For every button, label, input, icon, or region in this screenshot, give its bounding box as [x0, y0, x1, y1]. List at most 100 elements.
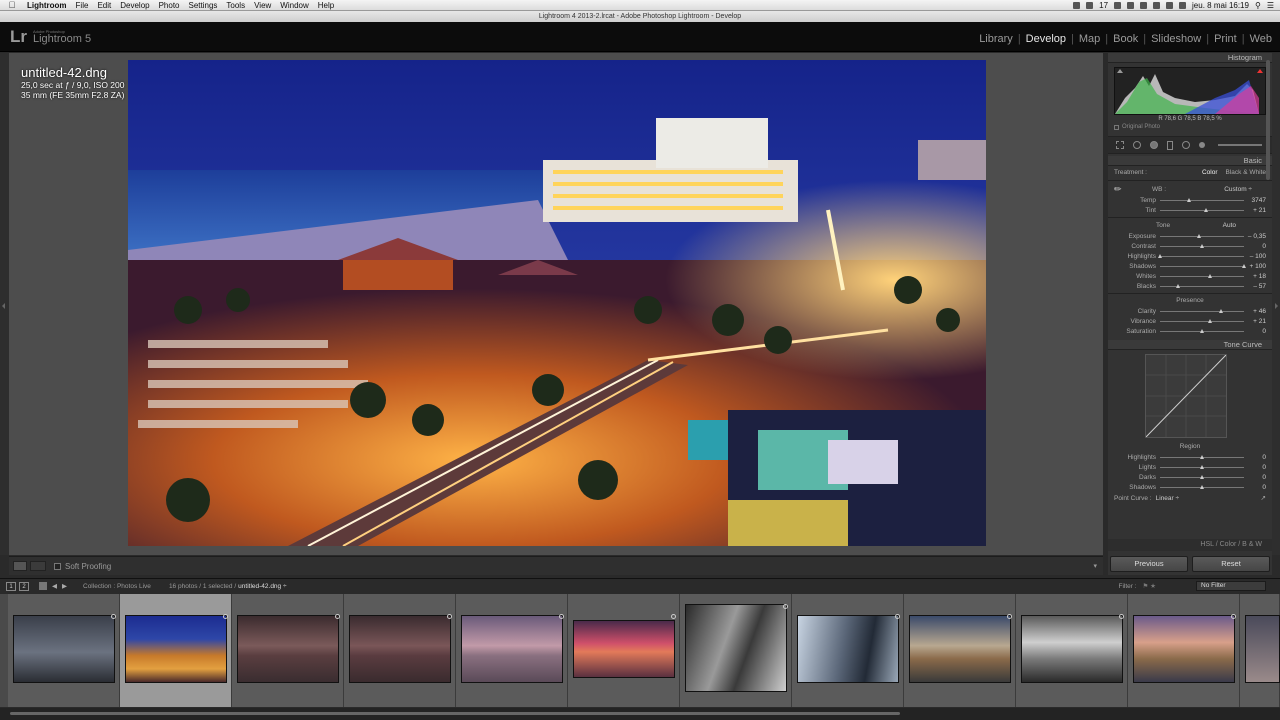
loupe-view-button[interactable] — [13, 561, 27, 571]
exposure-slider-knob[interactable] — [1197, 233, 1202, 238]
shadows-slider-knob[interactable] — [1242, 263, 1246, 268]
temp-value[interactable]: 3747 — [1244, 197, 1266, 204]
thumbnail-image[interactable] — [461, 615, 563, 683]
graduated-filter-icon[interactable] — [1167, 140, 1173, 150]
filmstrip-thumbnail[interactable] — [1016, 594, 1128, 707]
search-icon[interactable]: ⚲ — [1255, 1, 1261, 10]
notification-list-icon[interactable]: ☰ — [1267, 1, 1274, 10]
shadows-slider-row[interactable]: Shadows + 100 — [1108, 261, 1272, 271]
tint-slider[interactable] — [1160, 207, 1244, 212]
filmstrip-thumbnail[interactable] — [568, 594, 680, 707]
thumbnail-image[interactable] — [349, 615, 451, 683]
filmstrip-scroll-thumb[interactable] — [10, 712, 900, 715]
volume-icon[interactable] — [1166, 1, 1174, 9]
clarity-slider[interactable] — [1160, 308, 1244, 313]
histogram-header[interactable]: Histogram — [1108, 53, 1272, 63]
region-lights-knob[interactable] — [1200, 464, 1204, 469]
grid-view-icon[interactable] — [39, 582, 47, 590]
filmstrip-scrollbar[interactable] — [0, 708, 1280, 720]
before-after-button[interactable] — [30, 561, 46, 571]
region-lights-slider[interactable] — [1160, 464, 1244, 469]
contrast-slider[interactable] — [1160, 243, 1244, 248]
region-lights-value[interactable]: 0 — [1244, 464, 1266, 471]
region-shadows-knob[interactable] — [1200, 484, 1204, 489]
develop-canvas[interactable]: untitled-42.dng 25,0 sec at ƒ / 9,0, ISO… — [9, 53, 1103, 555]
tint-slider-row[interactable]: Tint + 21 — [1108, 205, 1272, 215]
whites-slider-row[interactable]: Whites + 18 — [1108, 271, 1272, 281]
filter-select[interactable]: No Filter — [1196, 581, 1266, 591]
crop-tool-icon[interactable] — [1116, 141, 1124, 149]
whites-value[interactable]: + 18 — [1244, 273, 1266, 280]
tool-slider[interactable] — [1218, 144, 1262, 146]
thumbnail-image[interactable] — [1021, 615, 1123, 683]
saturation-slider[interactable] — [1160, 328, 1244, 333]
blacks-slider-knob[interactable] — [1175, 283, 1180, 288]
thumbnail-image[interactable] — [685, 604, 787, 692]
clarity-slider-knob[interactable] — [1219, 308, 1224, 313]
region-shadows-row[interactable]: Shadows 0 — [1108, 482, 1272, 492]
clarity-value[interactable]: + 46 — [1244, 308, 1266, 315]
menu-help[interactable]: Help — [318, 1, 334, 10]
reset-button[interactable]: Reset — [1192, 556, 1270, 572]
thumbnail-image[interactable] — [573, 620, 675, 678]
previous-button[interactable]: Previous — [1110, 556, 1188, 572]
expand-left-arrow-icon[interactable] — [2, 303, 5, 309]
radial-filter-icon[interactable] — [1182, 141, 1190, 149]
tone-curve-header[interactable]: Tone Curve — [1108, 340, 1272, 350]
temp-slider[interactable] — [1160, 197, 1244, 202]
region-darks-knob[interactable] — [1200, 474, 1204, 479]
module-develop[interactable]: Develop — [1026, 33, 1066, 45]
status-app-icon[interactable] — [1127, 1, 1135, 9]
shadow-clipping-icon[interactable] — [1117, 69, 1123, 73]
region-highlights-knob[interactable] — [1200, 454, 1204, 459]
temp-slider-row[interactable]: Temp 3747 — [1108, 195, 1272, 205]
soft-proofing-checkbox[interactable] — [54, 562, 61, 570]
exposure-value[interactable]: – 0,35 — [1244, 233, 1266, 240]
adjustment-brush-icon[interactable] — [1199, 142, 1205, 148]
filmstrip-thumbnail[interactable] — [792, 594, 904, 707]
window-1-button[interactable]: 1 — [6, 581, 16, 591]
hsl-tabs[interactable]: HSL / Color / B & W — [1200, 541, 1262, 548]
wb-preset-select[interactable]: Custom ÷ — [1224, 186, 1252, 193]
module-slideshow[interactable]: Slideshow — [1151, 33, 1201, 45]
vibrance-slider-knob[interactable] — [1208, 318, 1213, 323]
menu-view[interactable]: View — [254, 1, 271, 10]
menu-tools[interactable]: Tools — [226, 1, 245, 10]
status-app-icon[interactable] — [1140, 1, 1148, 9]
back-arrow-icon[interactable]: ◀ — [52, 582, 57, 590]
status-app-icon[interactable] — [1114, 1, 1122, 9]
highlights-value[interactable]: – 100 — [1244, 253, 1266, 260]
blacks-value[interactable]: – 57 — [1244, 283, 1266, 290]
spot-removal-icon[interactable] — [1133, 141, 1141, 149]
contrast-slider-row[interactable]: Contrast 0 — [1108, 241, 1272, 251]
auto-tone-button[interactable]: Auto — [1223, 222, 1236, 229]
exposure-slider-row[interactable]: Exposure – 0,35 — [1108, 231, 1272, 241]
forward-arrow-icon[interactable]: ▶ — [62, 582, 67, 590]
exposure-slider[interactable] — [1160, 233, 1244, 238]
curve-edit-icon[interactable]: ↗ — [1261, 494, 1266, 502]
tint-value[interactable]: + 21 — [1244, 207, 1266, 214]
thumbnail-image[interactable] — [237, 615, 339, 683]
right-panel-scrollbar[interactable] — [1266, 60, 1270, 180]
whites-slider-knob[interactable] — [1207, 273, 1212, 278]
region-highlights-row[interactable]: Highlights 0 — [1108, 452, 1272, 462]
point-curve-select[interactable]: Linear ÷ — [1156, 495, 1179, 502]
highlights-slider-knob[interactable] — [1158, 253, 1162, 258]
tint-slider-knob[interactable] — [1204, 207, 1209, 212]
treatment-color[interactable]: Color — [1202, 169, 1218, 176]
vibrance-value[interactable]: + 21 — [1244, 318, 1266, 325]
module-map[interactable]: Map — [1079, 33, 1100, 45]
thumbnail-image[interactable] — [13, 615, 115, 683]
battery-icon[interactable] — [1179, 1, 1187, 9]
thumbnail-image[interactable] — [1133, 615, 1235, 683]
menu-window[interactable]: Window — [280, 1, 308, 10]
region-shadows-value[interactable]: 0 — [1244, 484, 1266, 491]
collapse-right-arrow-icon[interactable] — [1275, 303, 1278, 309]
filmstrip-thumbnail[interactable] — [1128, 594, 1240, 707]
right-edge-strip[interactable] — [1272, 53, 1280, 555]
left-panel-collapsed[interactable] — [0, 53, 9, 555]
main-photo[interactable] — [128, 60, 986, 546]
shadows-slider[interactable] — [1160, 263, 1246, 268]
clarity-slider-row[interactable]: Clarity + 46 — [1108, 306, 1272, 316]
highlights-slider[interactable] — [1158, 253, 1244, 258]
